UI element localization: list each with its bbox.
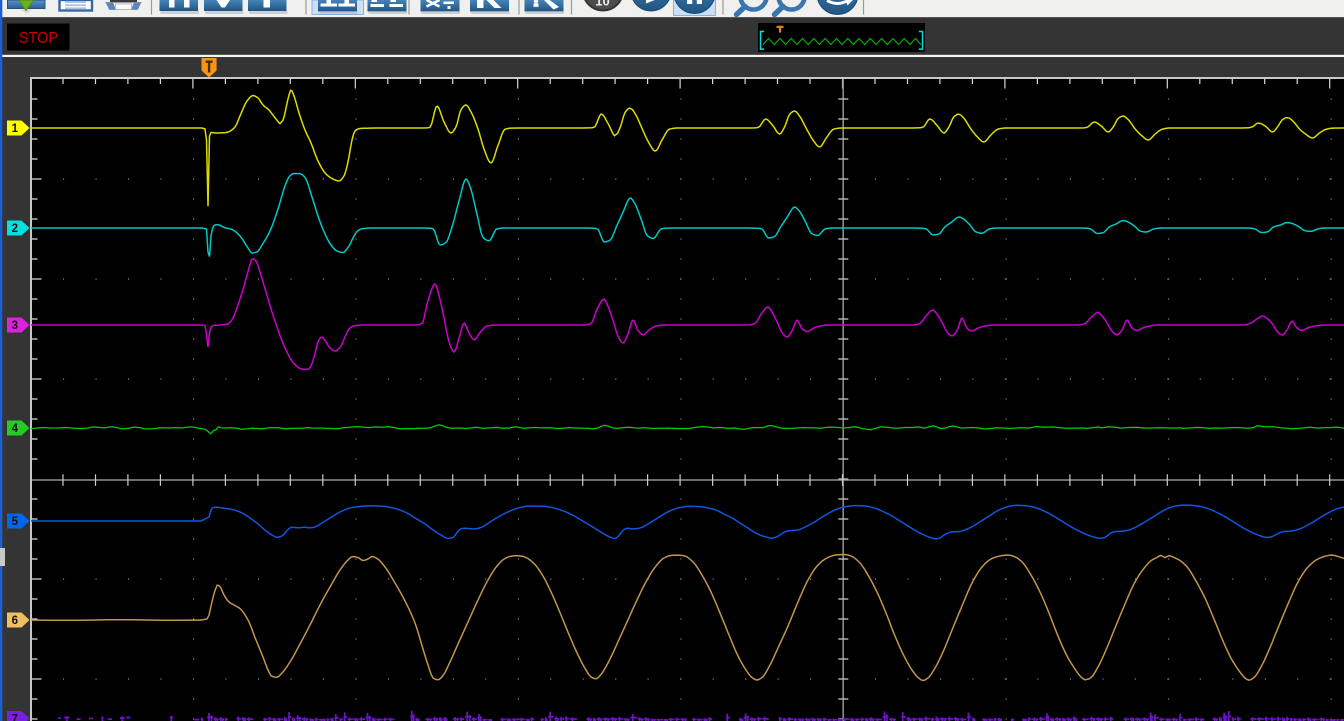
svg-text:3: 3 [12, 320, 18, 332]
svg-text:STOP: STOP [19, 30, 58, 47]
svg-text:5: 5 [12, 516, 19, 528]
svg-text:10: 10 [595, 0, 609, 9]
svg-text:4: 4 [12, 423, 19, 435]
svg-text:2: 2 [12, 223, 18, 235]
svg-text:6: 6 [12, 615, 18, 627]
svg-text:7: 7 [12, 714, 18, 721]
svg-text:1: 1 [12, 123, 19, 135]
